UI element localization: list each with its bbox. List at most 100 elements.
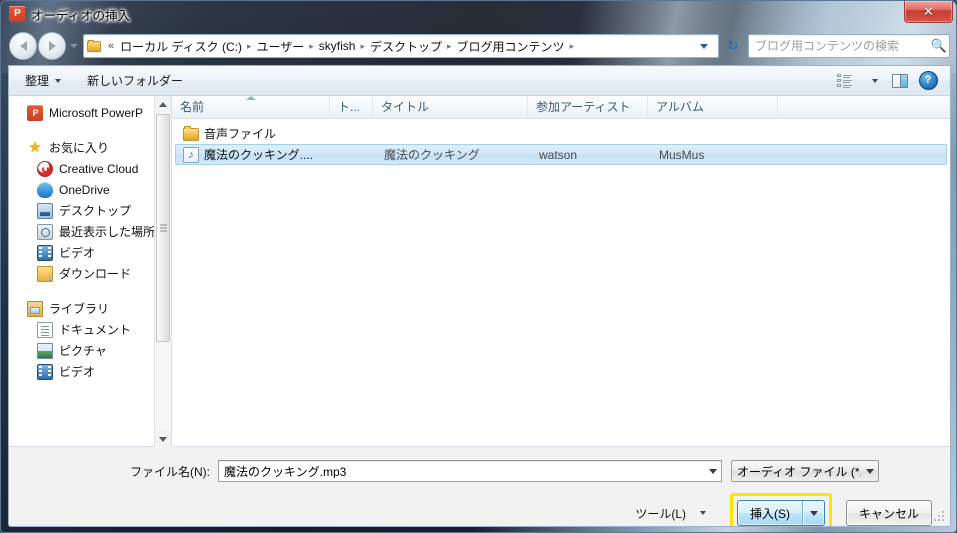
- recent-places-icon: [37, 223, 53, 240]
- search-icon[interactable]: 🔍: [929, 38, 949, 54]
- filename-input[interactable]: [219, 464, 704, 478]
- arrow-left-icon: [19, 41, 27, 51]
- new-folder-button[interactable]: 新しいフォルダー: [77, 69, 193, 93]
- sidebar-item-videos-library[interactable]: ビデオ: [9, 361, 171, 382]
- refresh-icon[interactable]: ↻: [722, 35, 744, 57]
- scroll-up-button[interactable]: [155, 96, 171, 112]
- help-icon: ?: [918, 71, 938, 90]
- breadcrumb-separator-icon[interactable]: ▸: [307, 41, 316, 52]
- help-button[interactable]: ?: [914, 69, 942, 93]
- creative-cloud-icon: [37, 160, 53, 177]
- breadcrumb[interactable]: « ローカル ディスク (C:) ▸ ユーザー ▸ skyfish ▸ デスクト…: [83, 34, 719, 58]
- column-header-track[interactable]: ト...: [330, 96, 373, 119]
- file-type-value: オーディオ ファイル (*.adts;: [737, 464, 861, 479]
- column-header-filler: [778, 96, 950, 119]
- organize-label: 整理: [25, 74, 50, 88]
- insert-button[interactable]: 挿入(S): [738, 501, 803, 525]
- navigation-pane: P Microsoft PowerP ★ お気に入り Creative Clou…: [9, 96, 172, 447]
- nav-gap: [9, 284, 171, 298]
- download-icon: [37, 265, 53, 283]
- tools-button[interactable]: ツール(L): [628, 501, 713, 525]
- chevron-down-icon[interactable]: [700, 43, 708, 49]
- insert-button-highlight: 挿入(S): [730, 493, 832, 526]
- navigation-pane-scrollbar[interactable]: [154, 96, 171, 447]
- insert-audio-dialog: P オーディオの挿入 ✕ « ローカル ディスク (C:) ▸ ユーザー ▸ s…: [0, 0, 957, 533]
- sidebar-item-label: ダウンロード: [59, 267, 132, 281]
- sidebar-item-label: ビデオ: [59, 246, 96, 260]
- table-row[interactable]: ♪ 魔法のクッキング.... 魔法のクッキング watson MusMus: [175, 144, 947, 165]
- sidebar-item-documents[interactable]: ドキュメント: [9, 319, 171, 340]
- breadcrumb-separator-icon[interactable]: ▸: [245, 41, 254, 52]
- command-bar: 整理 新しいフォルダー ?: [9, 66, 950, 96]
- breadcrumb-item-drive[interactable]: ローカル ディスク (C:): [117, 36, 245, 57]
- page-title: オーディオの挿入: [31, 8, 131, 23]
- sidebar-item-label: Microsoft PowerP: [49, 105, 144, 120]
- tools-label: ツール(L): [635, 506, 686, 521]
- sidebar-item-desktop[interactable]: デスクトップ: [9, 200, 171, 221]
- column-header-artist[interactable]: 参加アーティスト: [528, 96, 648, 119]
- chevron-down-icon: [810, 510, 818, 516]
- column-header-album[interactable]: アルバム: [648, 96, 778, 119]
- file-name-label: 音声ファイル: [204, 127, 277, 141]
- breadcrumb-separator-icon[interactable]: ▸: [445, 41, 454, 52]
- filename-history-dropdown[interactable]: [704, 461, 721, 481]
- file-type-select[interactable]: オーディオ ファイル (*.adts;: [731, 460, 879, 482]
- search-input[interactable]: [749, 39, 929, 53]
- file-album-cell: MusMus: [659, 147, 705, 162]
- insert-dropdown-button[interactable]: [803, 501, 824, 525]
- nav-gap: [9, 123, 171, 137]
- sidebar-item-label: Creative Cloud: [59, 161, 139, 176]
- star-icon: ★: [28, 138, 42, 156]
- breadcrumb-item-users[interactable]: ユーザー: [253, 36, 307, 57]
- file-name-label: 魔法のクッキング....: [204, 148, 313, 162]
- breadcrumb-item-blog-contents[interactable]: ブログ用コンテンツ: [454, 36, 568, 57]
- dialog-footer: ファイル名(N): オーディオ ファイル (*.adts;: [9, 446, 950, 526]
- breadcrumb-item-desktop[interactable]: デスクトップ: [367, 36, 445, 57]
- sidebar-item-downloads[interactable]: ダウンロード: [9, 263, 171, 284]
- sidebar-item-microsoft-powerpoint[interactable]: P Microsoft PowerP: [9, 102, 171, 123]
- document-icon: [37, 321, 53, 338]
- search-box[interactable]: 🔍: [748, 34, 950, 58]
- cancel-button[interactable]: キャンセル: [846, 500, 932, 526]
- close-button[interactable]: ✕: [904, 1, 953, 23]
- breadcrumb-separator-icon[interactable]: ▸: [358, 41, 367, 52]
- breadcrumb-item-skyfish[interactable]: skyfish: [316, 37, 359, 55]
- onedrive-icon: [37, 181, 53, 198]
- sidebar-item-videos-favorites[interactable]: ビデオ: [9, 242, 171, 263]
- breadcrumb-overflow-icon[interactable]: «: [105, 40, 117, 52]
- sidebar-item-label: ピクチャ: [59, 344, 107, 358]
- column-header-title[interactable]: タイトル: [373, 96, 528, 119]
- chevron-down-icon: [708, 468, 717, 474]
- view-options-button[interactable]: [830, 69, 858, 93]
- sidebar-item-onedrive[interactable]: OneDrive: [9, 179, 171, 200]
- sidebar-item-favorites[interactable]: ★ お気に入り: [9, 137, 171, 158]
- organize-button[interactable]: 整理: [15, 69, 71, 93]
- title-bar: P オーディオの挿入 ✕: [1, 1, 956, 27]
- chevron-down-icon: [865, 468, 874, 474]
- scroll-down-button[interactable]: [155, 431, 171, 447]
- file-type-dropdown[interactable]: [861, 461, 878, 481]
- view-options-dropdown[interactable]: [858, 69, 886, 93]
- filename-field[interactable]: [218, 460, 722, 482]
- arrow-right-icon: [48, 41, 56, 51]
- picture-icon: [37, 342, 53, 359]
- insert-split-button[interactable]: 挿入(S): [737, 500, 825, 526]
- file-list-rows: 音声ファイル ♪ 魔法のクッキング.... 魔法のクッキング watson Mu…: [172, 119, 950, 165]
- column-header-name[interactable]: 名前: [172, 96, 330, 119]
- forward-button[interactable]: [38, 32, 66, 60]
- recent-locations-icon[interactable]: [70, 44, 78, 48]
- scrollbar-thumb[interactable]: [156, 114, 170, 342]
- breadcrumb-separator-icon[interactable]: ▸: [568, 41, 577, 52]
- preview-pane-icon: [892, 73, 908, 88]
- preview-pane-button[interactable]: [886, 69, 914, 93]
- back-button[interactable]: [9, 32, 37, 60]
- sidebar-item-libraries[interactable]: ライブラリ: [9, 298, 171, 319]
- table-row[interactable]: 音声ファイル: [175, 123, 947, 144]
- address-bar: « ローカル ディスク (C:) ▸ ユーザー ▸ skyfish ▸ デスクト…: [1, 29, 956, 63]
- sidebar-item-creative-cloud[interactable]: Creative Cloud: [9, 158, 171, 179]
- sidebar-item-pictures[interactable]: ピクチャ: [9, 340, 171, 361]
- sidebar-item-label: ライブラリ: [49, 302, 110, 316]
- sidebar-item-recent-places[interactable]: 最近表示した場所: [9, 221, 171, 242]
- file-name-cell: 音声ファイル: [176, 125, 334, 142]
- sidebar-item-label: お気に入り: [49, 141, 110, 155]
